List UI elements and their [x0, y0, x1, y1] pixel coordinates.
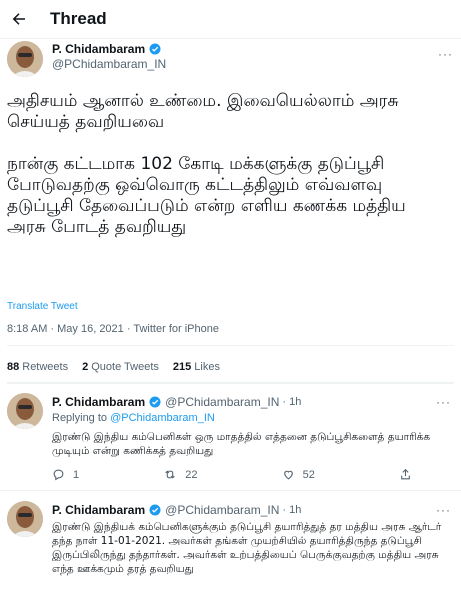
share-button[interactable]	[399, 468, 412, 481]
translate-tweet-link[interactable]: Translate Tweet	[7, 301, 78, 312]
author-handle[interactable]: @PChidambaram_IN	[165, 395, 279, 409]
reply-icon	[53, 469, 64, 481]
author-handle-row: @PChidambaram_IN	[52, 57, 166, 71]
reply-header: P. Chidambaram @PChidambaram_IN · 1h	[52, 395, 301, 409]
retweet-icon	[165, 470, 175, 479]
likes-count: 215	[172, 361, 192, 373]
reply-button[interactable]: 1	[52, 468, 79, 481]
top-bar: Thread	[0, 0, 461, 39]
avatar-image	[7, 393, 43, 429]
engagement-stats: 88 Retweets 2 Quote Tweets 215 Likes	[7, 361, 220, 373]
heart-icon	[283, 470, 293, 480]
more-options-button[interactable]: ···	[438, 47, 453, 61]
back-button[interactable]	[6, 6, 32, 32]
reply-time[interactable]: · 1h	[282, 396, 301, 408]
divider	[7, 383, 454, 384]
page-title: Thread	[50, 9, 107, 28]
author-name[interactable]: P. Chidambaram	[52, 395, 145, 409]
divider	[7, 345, 454, 346]
likes-label: Likes	[194, 361, 220, 373]
like-button[interactable]: 52	[282, 468, 315, 481]
reply-text: இரண்டு இந்திய கம்பெனிகள் ஒரு மாதத்தில் எ…	[52, 431, 431, 457]
replying-prefix: Replying to	[52, 412, 108, 424]
author-handle[interactable]: @PChidambaram_IN	[52, 57, 166, 71]
author-name-row: P. Chidambaram	[52, 42, 161, 56]
replying-to-handle[interactable]: @PChidambaram_IN	[110, 412, 215, 424]
reply-header: P. Chidambaram @PChidambaram_IN · 1h	[52, 503, 301, 517]
reply-text: இரண்டு இந்தியக் கம்பெனிகளுக்கும் தடுப்பூ…	[52, 521, 442, 575]
quote-tweets-label: Quote Tweets	[91, 361, 159, 373]
tweet-text: அதிசயம் ஆனால் உண்மை. இவையெல்லாம் அரசு செ…	[7, 91, 406, 237]
avatar[interactable]	[7, 393, 43, 429]
avatar-image	[7, 501, 43, 537]
divider	[0, 490, 461, 491]
verified-badge-icon	[149, 43, 161, 55]
author-handle[interactable]: @PChidambaram_IN	[165, 503, 279, 517]
author-name[interactable]: P. Chidambaram	[52, 42, 145, 56]
avatar[interactable]	[7, 501, 43, 537]
avatar[interactable]	[7, 41, 43, 77]
verified-badge-icon	[149, 396, 161, 408]
divider	[7, 382, 454, 383]
retweet-count: 22	[185, 468, 198, 481]
more-options-button[interactable]: ···	[436, 503, 451, 517]
retweets-count: 88	[7, 361, 20, 373]
avatar-image	[7, 41, 43, 77]
verified-badge-icon	[149, 504, 161, 516]
tweet-timestamp[interactable]: 8:18 AM · May 16, 2021 · Twitter for iPh…	[7, 323, 219, 335]
replying-to: Replying to @PChidambaram_IN	[52, 412, 215, 424]
reply-count: 1	[73, 468, 80, 481]
retweets-label: Retweets	[22, 361, 69, 373]
quote-tweets-count: 2	[82, 361, 89, 373]
quote-tweets-stat[interactable]: 2 Quote Tweets	[82, 361, 159, 373]
author-name[interactable]: P. Chidambaram	[52, 503, 145, 517]
retweet-button[interactable]: 22	[163, 468, 198, 481]
share-icon	[401, 468, 410, 480]
retweets-stat[interactable]: 88 Retweets	[7, 361, 68, 373]
more-options-button[interactable]: ···	[436, 395, 451, 409]
reply-time[interactable]: · 1h	[282, 504, 301, 516]
likes-stat[interactable]: 215 Likes	[173, 361, 220, 373]
back-arrow-icon	[12, 13, 25, 25]
reply-action-bar: 1 22 52	[52, 468, 412, 481]
like-count: 52	[302, 468, 315, 481]
